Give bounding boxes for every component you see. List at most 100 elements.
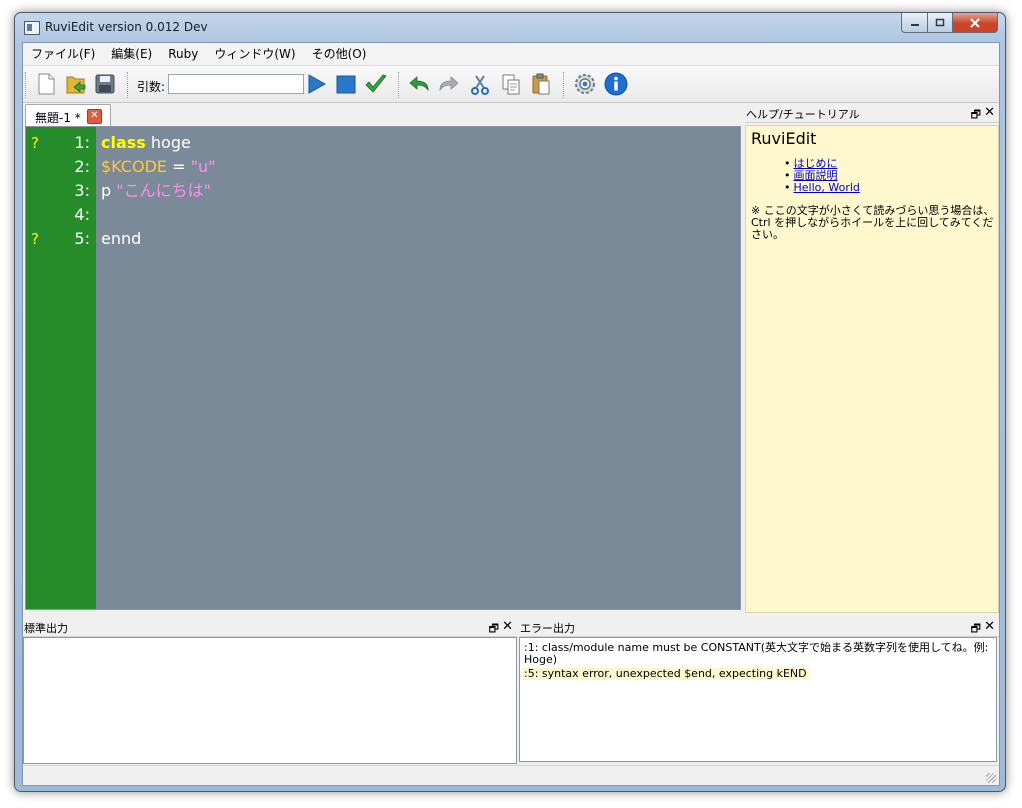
resize-grip[interactable] (986, 773, 996, 783)
help-panel: RuviEdit はじめに 画面説明 Hello, World ※ ここの文字が… (745, 125, 999, 613)
cut-icon (471, 75, 489, 95)
help-pane-title: ヘルプ/チュートリアル (746, 108, 860, 121)
help-link-list: はじめに 画面説明 Hello, World (784, 158, 860, 194)
stderr-pane-header[interactable]: エラー出力 🗗 ✕ (519, 618, 999, 637)
code-editor[interactable]: ? 1: class hoge 2: $KCODE = "u" 3: p "こん… (25, 126, 741, 610)
float-icon[interactable]: 🗗 (971, 106, 981, 125)
stop-icon (336, 75, 356, 94)
stop-button[interactable] (334, 72, 358, 96)
line-number: 1: (74, 133, 90, 152)
tab-close-icon[interactable]: ✕ (87, 109, 102, 124)
help-pane-header[interactable]: ヘルプ/チュートリアル 🗗 ✕ (745, 104, 999, 123)
app-window: RuviEdit version 0.012 Dev ファイル(F) 編集(E)… (14, 12, 1006, 792)
menu-window[interactable]: ウィンドウ(W) (206, 43, 303, 65)
gear-icon (575, 74, 595, 94)
code-line: ? 1: class hoge (26, 131, 740, 155)
paste-button[interactable] (529, 72, 553, 96)
line-number: 3: (74, 181, 90, 200)
global-var-token: $KCODE (101, 157, 167, 176)
toolbar-grip (25, 72, 28, 98)
menu-file[interactable]: ファイル(F) (23, 43, 103, 65)
code-line: 4: (26, 203, 740, 227)
list-item: Hello, World (784, 182, 860, 194)
undo-icon (409, 76, 429, 92)
menu-ruby[interactable]: Ruby (160, 43, 206, 65)
close-button[interactable] (953, 13, 998, 33)
code-text[interactable]: p "こんにちは" (101, 179, 211, 203)
code-line: 3: p "こんにちは" (26, 179, 740, 203)
run-button[interactable] (304, 72, 328, 96)
operator-token: = (167, 157, 191, 176)
new-file-icon (38, 73, 55, 95)
minimize-button[interactable] (901, 13, 928, 33)
toolbar-separator (563, 72, 566, 98)
caption-buttons (901, 13, 998, 33)
save-button[interactable] (93, 72, 117, 96)
cut-button[interactable] (468, 72, 492, 96)
code-text[interactable]: class hoge (101, 131, 191, 155)
warning-marker: ? (31, 230, 39, 248)
open-folder-icon (66, 76, 86, 94)
toolbar-separator (398, 72, 401, 98)
stdout-pane-title: 標準出力 (24, 622, 68, 635)
copy-icon (502, 74, 520, 95)
open-file-button[interactable] (64, 72, 88, 96)
minimize-icon (910, 23, 919, 26)
close-icon (970, 17, 980, 28)
line-number: 4: (74, 205, 90, 224)
menu-other[interactable]: その他(O) (304, 43, 375, 65)
keyword-token: class (101, 133, 146, 152)
args-label: 引数: (137, 80, 166, 94)
close-icon[interactable]: ✕ (502, 619, 513, 634)
maximize-button[interactable] (928, 13, 953, 33)
check-icon (365, 74, 387, 93)
undo-button[interactable] (407, 72, 431, 96)
redo-icon (439, 76, 459, 92)
line-number: 5: (74, 229, 90, 248)
redo-button[interactable] (437, 72, 461, 96)
client-area: ファイル(F) 編集(E) Ruby ウィンドウ(W) その他(O) 引数: 無… (22, 42, 1000, 786)
string-token: "こんにちは" (116, 181, 211, 200)
help-note: ※ ここの文字が小さくて読みづらい思う場合は、Ctrl を押しながらホイールを上… (751, 204, 995, 241)
stdout-pane-header[interactable]: 標準出力 🗗 ✕ (23, 618, 517, 637)
status-bar (23, 765, 999, 785)
warning-marker: ? (31, 134, 39, 152)
stdout-panel[interactable] (23, 637, 517, 764)
code-line: ? 5: ennd (26, 227, 740, 251)
help-title: RuviEdit (751, 129, 817, 148)
info-button[interactable] (604, 72, 628, 96)
args-input[interactable] (168, 74, 304, 94)
new-file-button[interactable] (34, 72, 58, 96)
menu-edit[interactable]: 編集(E) (103, 43, 160, 65)
code-text[interactable]: $KCODE = "u" (101, 155, 215, 179)
string-token: "u" (190, 157, 216, 176)
code-line: 2: $KCODE = "u" (26, 155, 740, 179)
code-text[interactable]: ennd (101, 227, 141, 251)
tab-label: 無題-1 * (35, 111, 81, 125)
window-title: RuviEdit version 0.012 Dev (45, 20, 208, 34)
stderr-panel[interactable]: :1: class/module name must be CONSTANT(英… (519, 637, 997, 762)
line-number: 2: (74, 157, 90, 176)
toolbar: 引数: (23, 66, 999, 103)
toolbar-separator (127, 72, 130, 98)
paste-icon (532, 73, 550, 95)
menu-bar: ファイル(F) 編集(E) Ruby ウィンドウ(W) その他(O) (23, 43, 999, 66)
close-icon[interactable]: ✕ (984, 619, 995, 634)
close-icon[interactable]: ✕ (984, 105, 995, 120)
identifier-token: hoge (145, 133, 191, 152)
play-icon (308, 74, 327, 94)
link-hello-world[interactable]: Hello, World (794, 181, 860, 194)
settings-button[interactable] (573, 72, 597, 96)
copy-button[interactable] (499, 72, 523, 96)
tab-untitled-1[interactable]: 無題-1 * ✕ (25, 104, 111, 127)
method-token: p (101, 181, 117, 200)
error-line: :1: class/module name must be CONSTANT(英… (524, 641, 989, 666)
check-syntax-button[interactable] (364, 72, 388, 96)
maximize-icon (935, 18, 945, 26)
save-icon (95, 74, 115, 94)
app-icon (24, 21, 40, 35)
stderr-pane-title: エラー出力 (520, 622, 575, 635)
title-bar[interactable]: RuviEdit version 0.012 Dev (15, 13, 1005, 43)
error-line: :5: syntax error, unexpected $end, expec… (522, 667, 809, 680)
info-icon (604, 72, 628, 96)
